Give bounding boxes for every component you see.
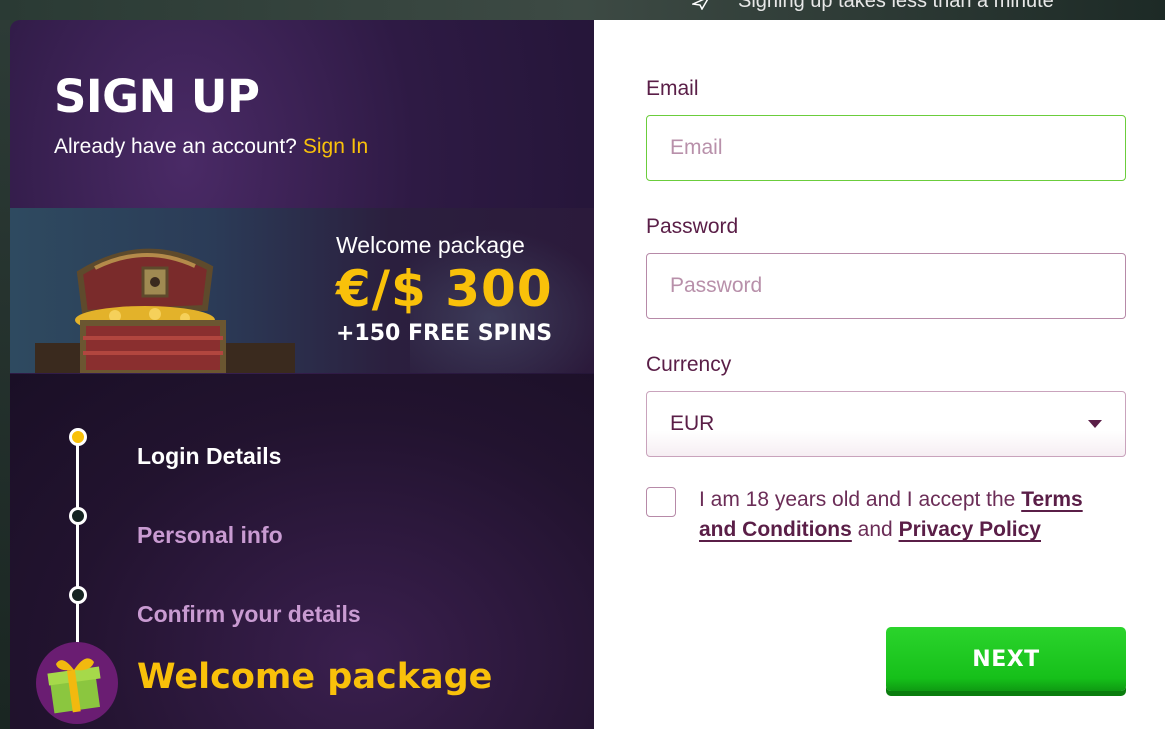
background-left-edge <box>0 20 10 729</box>
step-login-details: Login Details <box>137 443 282 469</box>
promo-amount: €/$ 300 <box>336 260 553 318</box>
account-prompt: Already have an account? Sign In <box>54 135 368 159</box>
background-tagline: Signing up takes less than a minute <box>738 0 1054 12</box>
password-field[interactable] <box>646 253 1126 319</box>
terms-prefix: I am 18 years old and I accept the <box>699 488 1016 511</box>
paper-plane-icon <box>692 0 709 10</box>
terms-and-text: and <box>857 518 893 541</box>
step-confirm-details: Confirm your details <box>137 601 361 627</box>
currency-selected-value: EUR <box>670 412 715 435</box>
gift-badge <box>36 642 118 724</box>
signup-progress-steps: Login Details Personal info Confirm your… <box>10 373 594 729</box>
step-personal-info: Personal info <box>137 522 283 548</box>
currency-label: Currency <box>646 353 732 376</box>
sign-in-link[interactable]: Sign In <box>303 135 368 158</box>
welcome-promo-banner: Welcome package €/$ 300 +150 FREE SPINS <box>10 208 594 373</box>
terms-checkbox[interactable] <box>646 487 676 517</box>
terms-statement: I am 18 years old and I accept the Terms… <box>699 485 1119 545</box>
promo-label: Welcome package <box>336 232 525 258</box>
password-label: Password <box>646 215 739 238</box>
step-dot-confirm-details <box>69 586 87 604</box>
treasure-chest-icon <box>35 248 295 373</box>
gift-icon <box>47 658 101 714</box>
email-label: Email <box>646 77 699 100</box>
signup-modal: SIGN UP Already have an account? Sign In <box>10 20 1165 729</box>
steps-connector-line <box>76 441 79 651</box>
step-dot-personal-info <box>69 507 87 525</box>
step-dot-login-details <box>69 428 87 446</box>
currency-select[interactable]: EUR <box>646 391 1126 457</box>
account-prompt-text: Already have an account? <box>54 135 297 158</box>
welcome-package-label: Welcome package <box>137 657 493 697</box>
promo-free-spins: +150 FREE SPINS <box>336 321 553 346</box>
email-field[interactable] <box>646 115 1126 181</box>
page-title: SIGN UP <box>54 70 260 123</box>
chevron-down-icon <box>1088 420 1102 428</box>
signup-form-panel: Email Password Currency EUR I am 18 year… <box>594 20 1165 729</box>
privacy-policy-link[interactable]: Privacy Policy <box>899 518 1041 541</box>
signup-info-panel: SIGN UP Already have an account? Sign In <box>10 20 594 729</box>
next-button[interactable]: NEXT <box>886 627 1126 691</box>
